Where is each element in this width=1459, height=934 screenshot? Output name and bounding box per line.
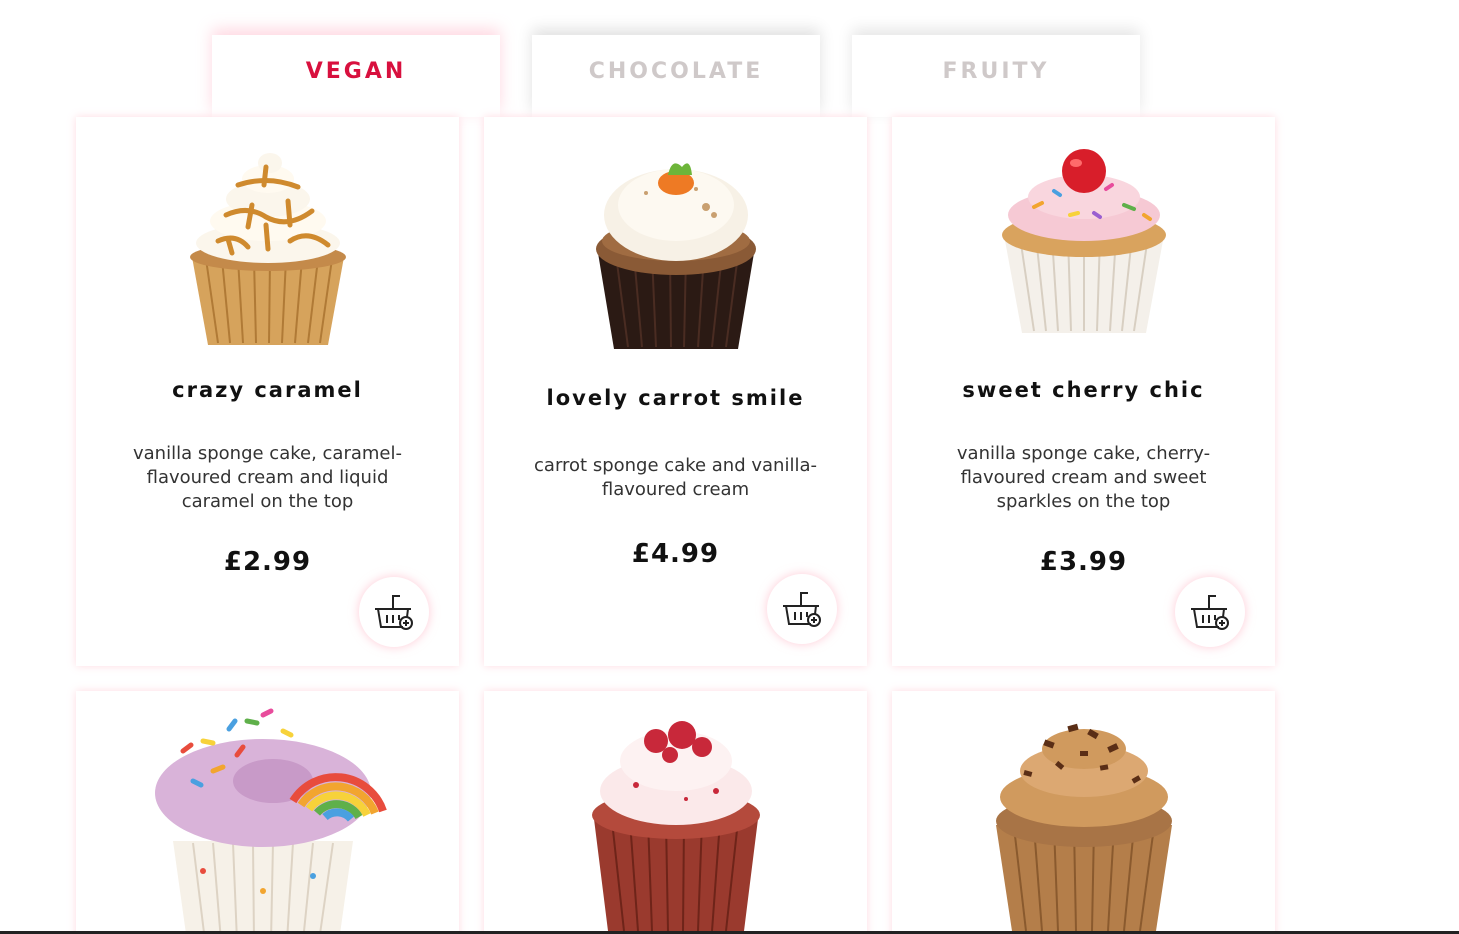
product-page: VEGAN CHOCOLATE FRUITY crazy caramel van… <box>0 0 1459 934</box>
product-card-sweet-cherry-chic: sweet cherry chic vanilla sponge cake, c… <box>892 117 1275 666</box>
product-card-lovely-carrot-smile: lovely carrot smile carrot sponge cake a… <box>484 117 867 666</box>
product-price: £3.99 <box>1039 547 1128 577</box>
product-name: crazy caramel <box>172 378 363 402</box>
add-to-cart-button[interactable] <box>767 574 837 644</box>
tab-vegan[interactable]: VEGAN <box>212 35 500 117</box>
cart-add-icon <box>783 592 821 627</box>
product-name: sweet cherry chic <box>962 378 1205 402</box>
add-to-cart-button[interactable] <box>359 577 429 647</box>
product-card-crazy-caramel: crazy caramel vanilla sponge cake, caram… <box>76 117 459 666</box>
cupcake-carrot-image <box>595 163 756 349</box>
add-to-cart-button[interactable] <box>1175 577 1245 647</box>
product-description: vanilla sponge cake, cherry-flavoured cr… <box>956 443 1211 512</box>
product-price: £4.99 <box>631 539 720 569</box>
cupcake-caramel-image <box>189 153 346 345</box>
cupcake-rainbow-image <box>154 708 387 934</box>
cupcake-caramel-nut-image <box>995 723 1172 931</box>
cart-add-icon <box>375 595 413 630</box>
cupcake-red-velvet-image <box>591 721 760 931</box>
cart-add-icon <box>1191 595 1229 630</box>
product-card-red-velvet <box>484 691 867 934</box>
tab-fruity[interactable]: FRUITY <box>852 35 1140 117</box>
product-card-caramel-nut <box>892 691 1275 934</box>
product-price: £2.99 <box>223 547 312 577</box>
product-name: lovely carrot smile <box>546 386 805 410</box>
product-card-rainbow <box>76 691 459 934</box>
product-description: carrot sponge cake and vanilla-flavoured… <box>534 455 817 500</box>
product-description: vanilla sponge cake, caramel-flavoured c… <box>133 443 402 512</box>
cupcake-cherry-image <box>1001 149 1166 333</box>
tab-chocolate[interactable]: CHOCOLATE <box>532 35 820 117</box>
